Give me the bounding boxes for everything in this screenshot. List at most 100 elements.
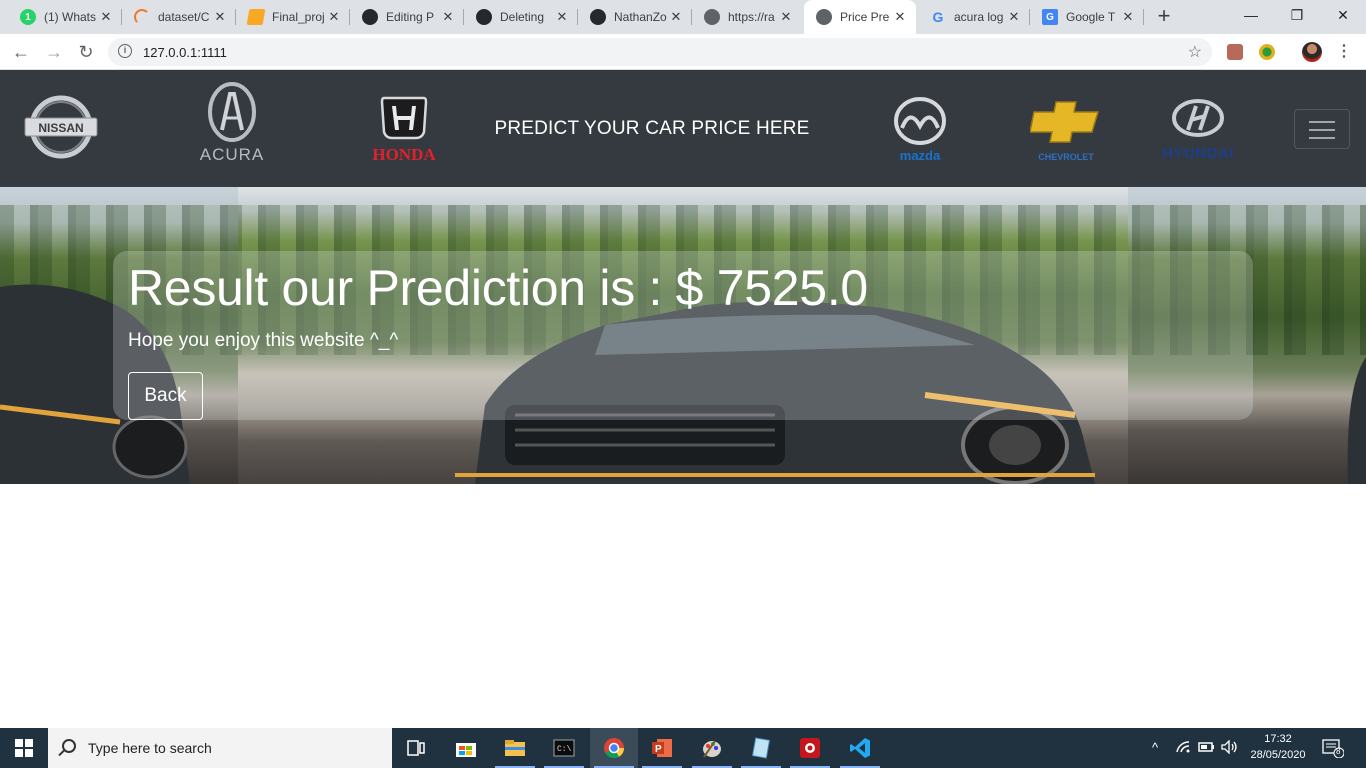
avatar[interactable] bbox=[1302, 42, 1322, 62]
tab-title: Deleting bbox=[500, 10, 545, 24]
close-window-button[interactable]: ✕ bbox=[1320, 0, 1366, 30]
close-icon[interactable]: ✕ bbox=[1120, 9, 1136, 25]
menu-kebab-icon[interactable]: ⋮ bbox=[1336, 41, 1352, 61]
navbar-toggler-button[interactable] bbox=[1294, 109, 1350, 149]
back-button[interactable]: Back bbox=[128, 372, 203, 420]
brand-label: CHEVROLET bbox=[1038, 152, 1094, 162]
close-icon[interactable]: ✕ bbox=[212, 9, 228, 25]
reload-icon[interactable]: ↻ bbox=[74, 40, 98, 64]
tab-title: dataset/C bbox=[158, 10, 210, 24]
brand-label: NISSAN bbox=[38, 121, 83, 135]
vscode-icon[interactable] bbox=[836, 728, 884, 768]
svg-text:P: P bbox=[655, 744, 662, 755]
tab-https[interactable]: https://ra ✕ bbox=[692, 0, 802, 34]
navbar: NISSAN ACURA HONDA PREDICT YOUR CAR PRIC… bbox=[0, 70, 1366, 187]
windows-taskbar: Type here to search C:\ P ^ 17:32 28/05/… bbox=[0, 728, 1366, 768]
close-icon[interactable]: ✕ bbox=[98, 9, 114, 25]
tab-google-translate[interactable]: G Google T ✕ bbox=[1030, 0, 1144, 34]
tab-whatsapp[interactable]: 1 (1) Whats ✕ bbox=[8, 0, 122, 34]
url-text[interactable]: 127.0.0.1:1111 bbox=[143, 45, 227, 60]
powerpoint-icon[interactable]: P bbox=[638, 728, 686, 768]
start-button[interactable] bbox=[0, 728, 48, 768]
brand-label: ACURA bbox=[200, 145, 265, 164]
chevrolet-logo-icon: CHEVROLET bbox=[1030, 98, 1102, 164]
notepad-icon[interactable] bbox=[737, 728, 785, 768]
restore-button[interactable]: ❐ bbox=[1274, 0, 1320, 30]
extension-icon[interactable] bbox=[1259, 44, 1275, 60]
tab-price-prediction[interactable]: Price Pre ✕ bbox=[804, 0, 916, 34]
paint-icon[interactable] bbox=[688, 728, 736, 768]
tab-deleting[interactable]: Deleting ✕ bbox=[464, 0, 578, 34]
windows-logo-icon bbox=[15, 739, 33, 757]
battery-icon[interactable] bbox=[1198, 740, 1216, 757]
hero-banner: Result our Prediction is : $ 7525.0 Hope… bbox=[0, 187, 1366, 484]
bookmark-star-icon[interactable]: ☆ bbox=[1188, 42, 1202, 62]
taskbar-search-input[interactable]: Type here to search bbox=[48, 728, 392, 768]
svg-text:C:\: C:\ bbox=[557, 745, 572, 754]
app-red-icon[interactable] bbox=[786, 728, 834, 768]
google-icon: G bbox=[932, 9, 944, 25]
search-icon bbox=[62, 739, 76, 753]
file-explorer-icon[interactable] bbox=[491, 728, 539, 768]
tab-title: https://ra bbox=[728, 10, 775, 24]
volume-icon[interactable] bbox=[1221, 739, 1239, 757]
close-icon[interactable]: ✕ bbox=[892, 9, 908, 25]
browser-toolbar: ← → ↻ i 127.0.0.1:1111 ☆ ⋮ bbox=[0, 34, 1366, 70]
close-icon[interactable]: ✕ bbox=[326, 9, 342, 25]
page-content: NISSAN ACURA HONDA PREDICT YOUR CAR PRIC… bbox=[0, 70, 1366, 728]
close-icon[interactable]: ✕ bbox=[1006, 9, 1022, 25]
github-icon bbox=[476, 9, 492, 25]
clock-time: 17:32 bbox=[1264, 733, 1292, 745]
new-tab-button[interactable]: + bbox=[1152, 5, 1176, 29]
chevron-up-icon[interactable]: ^ bbox=[1152, 740, 1158, 755]
tab-final-project[interactable]: Final_proj ✕ bbox=[236, 0, 350, 34]
brand-label: HONDA bbox=[372, 145, 436, 164]
notebook-icon bbox=[246, 9, 266, 25]
task-view-icon[interactable] bbox=[392, 728, 440, 768]
tab-nathanzo[interactable]: NathanZo ✕ bbox=[578, 0, 692, 34]
tab-editing[interactable]: Editing P ✕ bbox=[350, 0, 464, 34]
notification-center-icon[interactable]: 8 bbox=[1322, 738, 1345, 761]
minimize-button[interactable]: — bbox=[1228, 0, 1274, 30]
prediction-result-heading: Result our Prediction is : $ 7525.0 bbox=[128, 260, 868, 316]
right-car-photo bbox=[1347, 357, 1366, 484]
globe-icon bbox=[816, 9, 832, 25]
tab-title: acura log bbox=[954, 10, 1004, 24]
clock-date: 28/05/2020 bbox=[1250, 749, 1306, 761]
honda-logo-icon: HONDA bbox=[358, 94, 450, 164]
hyundai-logo-icon: HYUNDAI bbox=[1160, 96, 1236, 162]
pdf-extension-icon[interactable] bbox=[1227, 44, 1243, 60]
tab-title: NathanZo bbox=[614, 10, 667, 24]
brand-label: mazda bbox=[900, 148, 941, 163]
notification-count-badge: 8 bbox=[1336, 747, 1341, 756]
whatsapp-icon: 1 bbox=[20, 9, 36, 25]
back-arrow-icon[interactable]: ← bbox=[9, 40, 33, 64]
nissan-logo-icon: NISSAN bbox=[22, 94, 100, 160]
close-icon[interactable]: ✕ bbox=[440, 9, 456, 25]
forward-arrow-icon[interactable]: → bbox=[42, 40, 66, 64]
tab-dataset[interactable]: dataset/C ✕ bbox=[122, 0, 236, 34]
browser-tab-strip: 1 (1) Whats ✕ dataset/C ✕ Final_proj ✕ E… bbox=[0, 0, 1366, 34]
wifi-icon[interactable] bbox=[1176, 740, 1192, 757]
store-icon[interactable] bbox=[442, 728, 490, 768]
tab-title: Google T bbox=[1066, 10, 1116, 24]
tab-title: Editing P bbox=[386, 10, 435, 24]
page-title: PREDICT YOUR CAR PRICE HERE bbox=[494, 118, 810, 139]
github-icon bbox=[590, 9, 606, 25]
site-info-icon[interactable]: i bbox=[118, 44, 132, 58]
address-bar[interactable]: i 127.0.0.1:1111 ☆ bbox=[108, 38, 1212, 66]
tab-title: (1) Whats bbox=[44, 10, 97, 24]
tab-title: Price Pre bbox=[840, 10, 890, 24]
hamburger-icon bbox=[1309, 121, 1335, 123]
github-icon bbox=[362, 9, 378, 25]
chrome-icon[interactable] bbox=[590, 728, 638, 768]
close-icon[interactable]: ✕ bbox=[668, 9, 684, 25]
brand-label: HYUNDAI bbox=[1162, 145, 1234, 162]
close-icon[interactable]: ✕ bbox=[554, 9, 570, 25]
terminal-icon[interactable]: C:\ bbox=[540, 728, 588, 768]
close-icon[interactable]: ✕ bbox=[778, 9, 794, 25]
system-clock[interactable]: 17:32 28/05/2020 bbox=[1246, 731, 1310, 763]
globe-icon bbox=[704, 9, 720, 25]
kaggle-spinner-icon bbox=[134, 9, 150, 25]
tab-acura-logo[interactable]: G acura log ✕ bbox=[918, 0, 1030, 34]
